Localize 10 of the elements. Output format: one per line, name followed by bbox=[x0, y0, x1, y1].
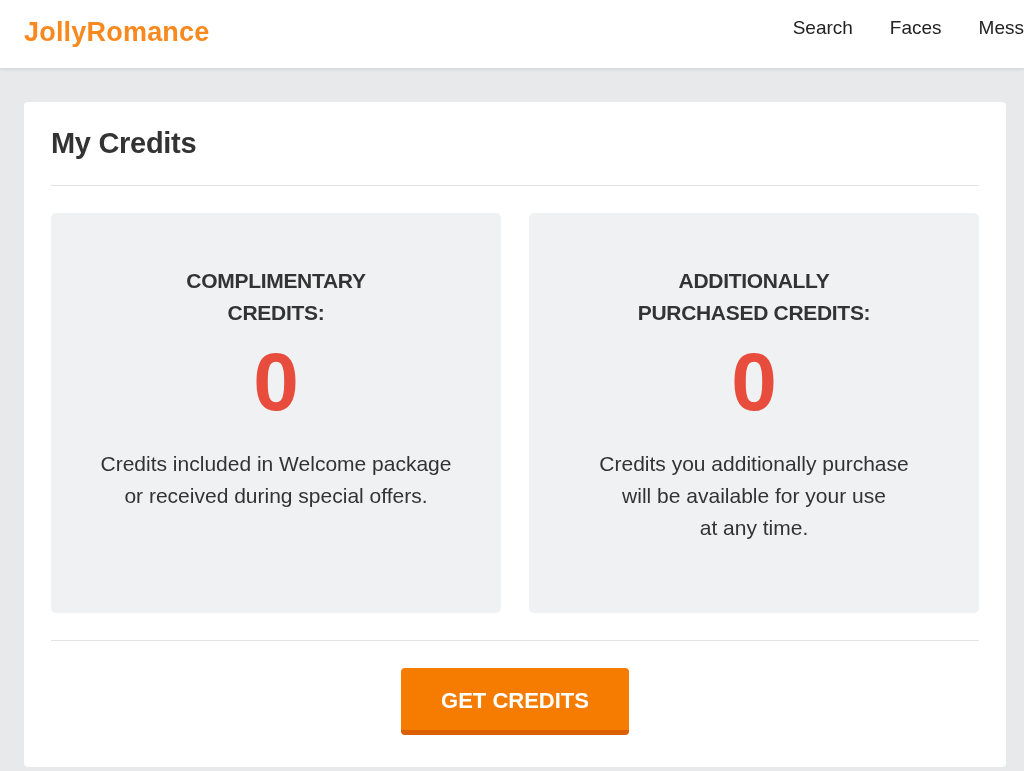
nav-link[interactable]: Mess bbox=[978, 13, 1024, 43]
panel-description: Credits included in Welcome package or received during special offers. bbox=[100, 451, 452, 509]
nav-link[interactable]: Faces bbox=[889, 13, 942, 43]
panel-description: Credits you additionally purchase will be available for your use at any time. bbox=[599, 451, 909, 541]
panel-heading: COMPLIMENTARY CREDITS: bbox=[186, 268, 366, 326]
panel-heading: ADDITIONALLY PURCHASED CREDITS: bbox=[637, 268, 871, 326]
page-title: My Credits bbox=[51, 125, 198, 161]
credit-amount: 0 bbox=[731, 337, 777, 427]
nav-link[interactable]: Search bbox=[792, 13, 853, 43]
credit-amount: 0 bbox=[253, 337, 299, 427]
